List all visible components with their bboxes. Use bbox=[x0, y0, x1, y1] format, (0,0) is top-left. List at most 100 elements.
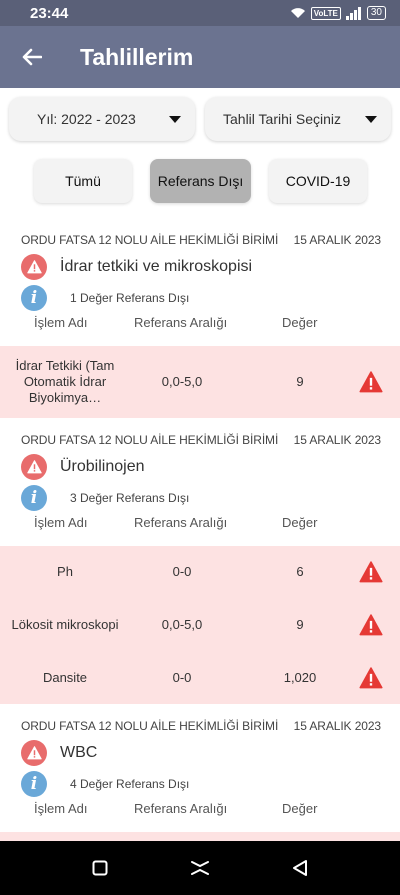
warning-cell bbox=[350, 598, 392, 652]
home-button[interactable] bbox=[186, 854, 214, 882]
table-row[interactable] bbox=[0, 832, 400, 841]
record-meta: ORDU FATSA 12 NOLU AİLE HEKİMLİĞİ BİRİMİ… bbox=[21, 233, 381, 247]
reference-range: 0-0 bbox=[172, 564, 192, 579]
table-row[interactable]: Dansite 0-0 1,020 bbox=[0, 652, 400, 704]
page-title: Tahlillerim bbox=[80, 43, 194, 70]
test-record: ORDU FATSA 12 NOLU AİLE HEKİMLİĞİ BİRİMİ… bbox=[0, 418, 400, 704]
col-header-range: Referans Aralığı bbox=[134, 515, 228, 530]
navigation-bar bbox=[0, 841, 400, 895]
warning-cell bbox=[350, 652, 392, 704]
record-meta: ORDU FATSA 12 NOLU AİLE HEKİMLİĞİ BİRİMİ… bbox=[21, 719, 381, 733]
year-dropdown[interactable]: Yıl: 2022 - 2023 bbox=[9, 97, 195, 141]
results-list[interactable]: ORDU FATSA 12 NOLU AİLE HEKİMLİĞİ BİRİMİ… bbox=[0, 218, 400, 841]
record-header: ORDU FATSA 12 NOLU AİLE HEKİMLİĞİ BİRİMİ… bbox=[0, 704, 400, 832]
dropdown-arrow-icon bbox=[169, 115, 181, 123]
test-name: Dansite bbox=[42, 670, 88, 685]
info-icon: i bbox=[21, 485, 47, 511]
warning-cell bbox=[350, 346, 392, 418]
reference-range: 0,0-5,0 bbox=[161, 617, 203, 632]
result-rows bbox=[0, 832, 400, 841]
table-row[interactable]: İdrar Tetkiki (Tam Otomatik İdrar Biyoki… bbox=[0, 346, 400, 418]
test-name: Lökosit mikroskopi bbox=[11, 617, 119, 632]
out-of-range-summary: 3 Değer Referans Dışı bbox=[70, 491, 190, 505]
table-row[interactable]: Ph 0-0 6 bbox=[0, 546, 400, 598]
col-header-name: İşlem Adı bbox=[34, 515, 88, 530]
institution-name: ORDU FATSA 12 NOLU AİLE HEKİMLİĞİ BİRİMİ bbox=[21, 719, 279, 733]
warning-cell bbox=[350, 832, 392, 841]
test-name: İdrar Tetkiki (Tam Otomatik İdrar Biyoki… bbox=[15, 358, 115, 405]
filters-row: Yıl: 2022 - 2023 Tahlil Tarihi Seçiniz bbox=[9, 97, 391, 141]
test-value: 9 bbox=[296, 617, 304, 632]
record-summary-row: i 3 Değer Referans Dışı bbox=[21, 485, 189, 511]
status-bar: 23:44 VoLTE 30 bbox=[0, 0, 400, 26]
record-date: 15 ARALIK 2023 bbox=[293, 433, 381, 447]
warning-badge-icon bbox=[21, 740, 47, 766]
test-title: İdrar tetkiki ve mikroskopisi bbox=[60, 258, 253, 275]
col-header-name: İşlem Adı bbox=[34, 801, 88, 816]
col-header-range: Referans Aralığı bbox=[134, 801, 228, 816]
record-meta: ORDU FATSA 12 NOLU AİLE HEKİMLİĞİ BİRİMİ… bbox=[21, 433, 381, 447]
warning-triangle-icon bbox=[359, 667, 383, 689]
info-icon: i bbox=[21, 285, 47, 311]
back-nav-button[interactable] bbox=[286, 854, 314, 882]
reference-range bbox=[122, 832, 242, 841]
col-header-name: İşlem Adı bbox=[34, 315, 88, 330]
test-title: WBC bbox=[60, 744, 98, 761]
signal-icon bbox=[345, 6, 361, 20]
record-header: ORDU FATSA 12 NOLU AİLE HEKİMLİĞİ BİRİMİ… bbox=[0, 218, 400, 346]
record-header: ORDU FATSA 12 NOLU AİLE HEKİMLİĞİ BİRİMİ… bbox=[0, 418, 400, 546]
filter-tabs: Tümü Referans Dışı COVID-19 bbox=[34, 159, 367, 203]
test-value bbox=[255, 832, 345, 841]
tab-all[interactable]: Tümü bbox=[34, 159, 132, 203]
status-icons: VoLTE 30 bbox=[290, 6, 386, 20]
warning-cell bbox=[350, 546, 392, 598]
record-date: 15 ARALIK 2023 bbox=[293, 719, 381, 733]
warning-triangle-icon bbox=[359, 561, 383, 583]
col-header-value: Değer bbox=[282, 515, 318, 530]
tab-out-of-reference[interactable]: Referans Dışı bbox=[150, 159, 251, 203]
warning-triangle-icon bbox=[26, 260, 42, 274]
institution-name: ORDU FATSA 12 NOLU AİLE HEKİMLİĞİ BİRİMİ bbox=[21, 433, 279, 447]
test-name: Ph bbox=[57, 564, 73, 579]
test-record: ORDU FATSA 12 NOLU AİLE HEKİMLİĞİ BİRİMİ… bbox=[0, 218, 400, 418]
record-title-row: İdrar tetkiki ve mikroskopisi bbox=[21, 254, 252, 280]
table-row[interactable]: Lökosit mikroskopi 0,0-5,0 9 bbox=[0, 598, 400, 652]
wifi-icon bbox=[290, 8, 305, 18]
out-of-range-summary: 1 Değer Referans Dışı bbox=[70, 291, 190, 305]
date-dropdown[interactable]: Tahlil Tarihi Seçiniz bbox=[205, 97, 391, 141]
test-value: 6 bbox=[296, 564, 304, 579]
test-name bbox=[10, 832, 120, 841]
warning-triangle-icon bbox=[359, 371, 383, 393]
app-bar: Tahlillerim bbox=[0, 26, 400, 88]
arrow-left-icon bbox=[22, 48, 42, 66]
col-header-range: Referans Aralığı bbox=[134, 315, 228, 330]
volte-badge: VoLTE bbox=[310, 6, 341, 20]
record-date: 15 ARALIK 2023 bbox=[293, 233, 381, 247]
reference-range: 0-0 bbox=[172, 670, 192, 685]
record-summary-row: i 4 Değer Referans Dışı bbox=[21, 771, 189, 797]
out-of-range-summary: 4 Değer Referans Dışı bbox=[70, 777, 190, 791]
date-dropdown-value: Tahlil Tarihi Seçiniz bbox=[223, 111, 342, 127]
col-header-value: Değer bbox=[282, 801, 318, 816]
square-icon bbox=[92, 860, 108, 876]
recent-apps-button[interactable] bbox=[86, 854, 114, 882]
triangle-back-icon bbox=[293, 860, 307, 876]
test-title: Ürobilinojen bbox=[60, 458, 145, 475]
col-header-value: Değer bbox=[282, 315, 318, 330]
warning-triangle-icon bbox=[26, 460, 42, 474]
back-button[interactable] bbox=[0, 26, 64, 88]
info-icon: i bbox=[21, 771, 47, 797]
status-time: 23:44 bbox=[30, 4, 69, 22]
home-chevron-icon bbox=[191, 861, 209, 875]
tab-covid[interactable]: COVID-19 bbox=[269, 159, 367, 203]
warning-badge-icon bbox=[21, 454, 47, 480]
institution-name: ORDU FATSA 12 NOLU AİLE HEKİMLİĞİ BİRİMİ bbox=[21, 233, 279, 247]
test-value: 9 bbox=[296, 374, 304, 389]
warning-badge-icon bbox=[21, 254, 47, 280]
reference-range: 0,0-5,0 bbox=[161, 374, 203, 389]
record-title-row: WBC bbox=[21, 740, 97, 766]
record-summary-row: i 1 Değer Referans Dışı bbox=[21, 285, 189, 311]
result-rows: İdrar Tetkiki (Tam Otomatik İdrar Biyoki… bbox=[0, 346, 400, 418]
battery-icon: 30 bbox=[366, 6, 386, 20]
record-title-row: Ürobilinojen bbox=[21, 454, 145, 480]
